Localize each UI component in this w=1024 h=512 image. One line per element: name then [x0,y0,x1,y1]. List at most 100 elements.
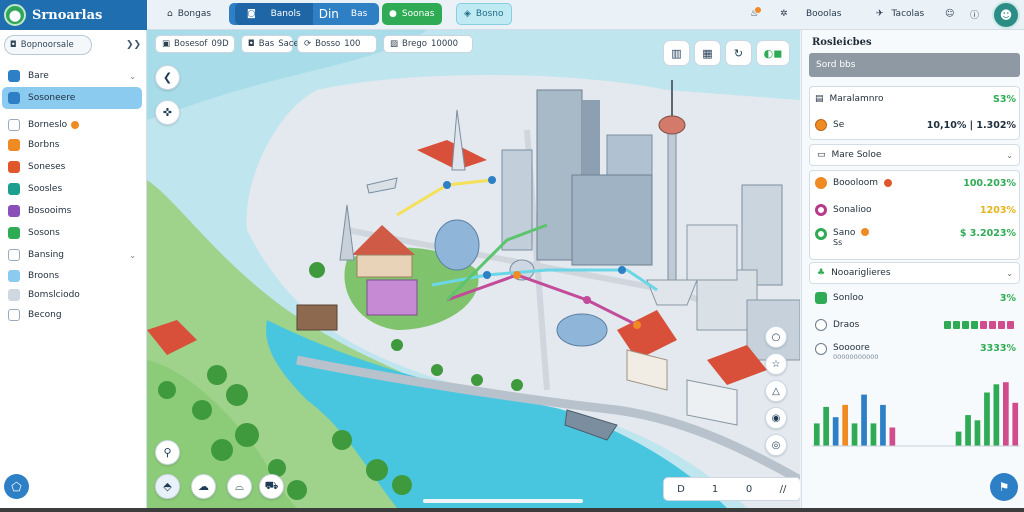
help-icon: ⓘ [970,10,980,21]
cloud-outline-icon: ⌓ [235,479,244,493]
bell-icon: ♨ [750,7,762,19]
avatar[interactable]: ☻ [992,1,1020,29]
topbar-menu-1[interactable]: Booolas [806,3,841,25]
chart-bar-6 [861,394,867,446]
sidebar-item-10[interactable]: Broons [6,267,142,285]
sidebar-item-1[interactable]: Bare ⌄ [6,67,142,85]
tool-dot-button[interactable]: ◉ [765,407,787,429]
help-button[interactable]: ⓘ [970,3,979,25]
summary-row-2[interactable]: Se 10,10% | 1.302% [809,114,1020,136]
tab-3[interactable]: Bas [345,3,373,25]
sidebar-item-label: Sosoneere [28,93,76,103]
filter-value: 10000 [431,39,459,49]
section-2-header[interactable]: ♣ Nooariglieres ⌄ [809,262,1020,284]
topbar-menu-2[interactable]: ✈ Tacolas [876,3,924,25]
sidebar-item-label: Bomslciodo [28,290,80,300]
map-scrollbar[interactable] [423,499,583,503]
box-icon [8,309,20,321]
sidebar-item-8[interactable]: Sosons [6,224,142,242]
sidebar-search[interactable]: ◘ Bopnoorsale [4,35,92,55]
cloud-button[interactable]: ⌓ [227,474,252,499]
filter-icon: ◘ [248,39,255,49]
tool-d-button[interactable]: D [664,484,698,495]
building-view-button[interactable]: ▥ [663,40,690,66]
collapse-icon[interactable]: ❯❯ [126,40,141,50]
section-2-title: Nooariglieres [831,268,891,278]
locate-button[interactable]: ✜ [155,100,180,125]
bookmark-button[interactable]: ⚑ [990,473,1018,501]
add-layer-button[interactable]: ⬠ [4,474,29,499]
home-button[interactable]: ⌂ Bongas [160,3,218,25]
sidebar-item-5[interactable]: Soneses [6,158,142,176]
section-1-item-3[interactable]: Sano Ss $ 3.2023% [809,226,1020,254]
chart-bar-2 [823,406,829,446]
chart-bar-4 [842,404,848,446]
locate-icon: ✜ [162,106,173,119]
star-icon: ☆ [771,358,781,370]
tool-0-button[interactable]: 0 [732,484,766,495]
section-2-item-1[interactable]: Sonloo 3% [809,287,1020,309]
tool-slash-button[interactable]: // [766,484,800,495]
sidebar-item-label: Bansing [28,250,64,260]
sidebar-search-label: Bopnoorsale [20,40,74,50]
route-icon: ⬘ [163,480,172,493]
primary-button[interactable]: Sord bbs [809,53,1020,77]
sidebar-item-2[interactable]: Sosoneere [2,87,142,109]
right-panel: Rosleicbes Sord bbs ▤ Maralamnro S3% Se … [801,30,1024,508]
share-button[interactable]: ↻ [725,40,752,66]
tool-ring-button[interactable]: ◎ [765,434,787,456]
back-button[interactable]: ❮ [155,65,180,90]
layer-toggle[interactable]: ◐◼ [756,40,790,66]
tool-circle-button[interactable]: ○ [765,326,787,348]
vehicle-button[interactable]: ⛟ [259,474,284,499]
profile-menu-button[interactable]: ☺ [945,3,954,25]
green-action-button[interactable]: ● Soonas [382,3,442,25]
tab-2[interactable]: Din [313,3,345,25]
section-2-item-2[interactable]: Draos [809,314,1020,336]
summary-row-2-label: Se [833,120,845,130]
weather-button[interactable]: ☁ [191,474,216,499]
section-1-item-2[interactable]: Sonalioo 1203% [809,199,1020,221]
notifications-button[interactable]: ♨ [750,3,762,25]
map-view[interactable]: ▣ Bosesof 09D ◘ Bas Sace ⟳ Bosso 100 ▨ Brego 10000 … [147,30,800,508]
summary-row-1[interactable]: ▤ Maralamnro S3% [809,88,1020,110]
city-map[interactable] [147,30,800,508]
green-action-label: Soonas [401,9,435,19]
filter-chip-4[interactable]: ▨ Brego 10000 [383,35,473,53]
chart-bar-8 [880,404,886,446]
filter-chip-3[interactable]: ⟳ Bosso 100 [297,35,377,53]
summary-row-2-value: 10,10% | 1.302% [926,119,1016,131]
sidebar-item-6[interactable]: Soosles [6,180,142,198]
section-1-header[interactable]: ▭ Mare Soloe ⌄ [809,144,1020,166]
badge-icon [861,228,870,236]
edit-icon [8,205,20,217]
city-view-button[interactable]: ▦ [694,40,721,66]
brand[interactable]: ⬤ Srnoarlas [0,0,147,30]
filter-chip-1[interactable]: ▣ Bosesof 09D [155,35,235,53]
chart-bar-20 [993,384,1000,446]
sidebar-item-7[interactable]: Bosooims [6,202,142,220]
filter-label: Bosesof [174,39,208,49]
filter-chip-2[interactable]: ◘ Bas Sace [241,35,299,53]
pin-button[interactable]: ⚲ [155,440,180,465]
tab-1[interactable]: ◙ Banols [235,3,313,25]
chevron-down-icon: ⌄ [1006,268,1013,278]
tag-icon: ▨ [390,39,399,49]
section-1-item-1[interactable]: Boooloom 100.203% [809,172,1020,194]
sidebar-item-9[interactable]: Bansing ⌄ [6,246,142,264]
app-title: Srnoarlas [32,7,103,23]
sidebar-item-11[interactable]: Bomslciodo [6,286,142,304]
tool-1-button[interactable]: 1 [698,484,732,495]
section-2-item-3[interactable]: Soooore 00000000000 3333% [809,341,1020,369]
sidebar-item-4[interactable]: Borbns [6,136,142,154]
sidebar-item-12[interactable]: Becong [6,306,142,324]
layers-icon [8,70,20,82]
cyan-chip[interactable]: ◈ Bosno [456,3,512,25]
sidebar-item-label: Broons [28,271,60,281]
tool-triangle-button[interactable]: △ [765,380,787,402]
settings-button[interactable]: ✲ [780,3,788,25]
sidebar-item-3[interactable]: Borneslo [6,116,142,134]
route-button[interactable]: ⬘ [155,474,180,499]
tool-star-button[interactable]: ☆ [765,353,787,375]
chart-bar-9 [889,427,896,446]
